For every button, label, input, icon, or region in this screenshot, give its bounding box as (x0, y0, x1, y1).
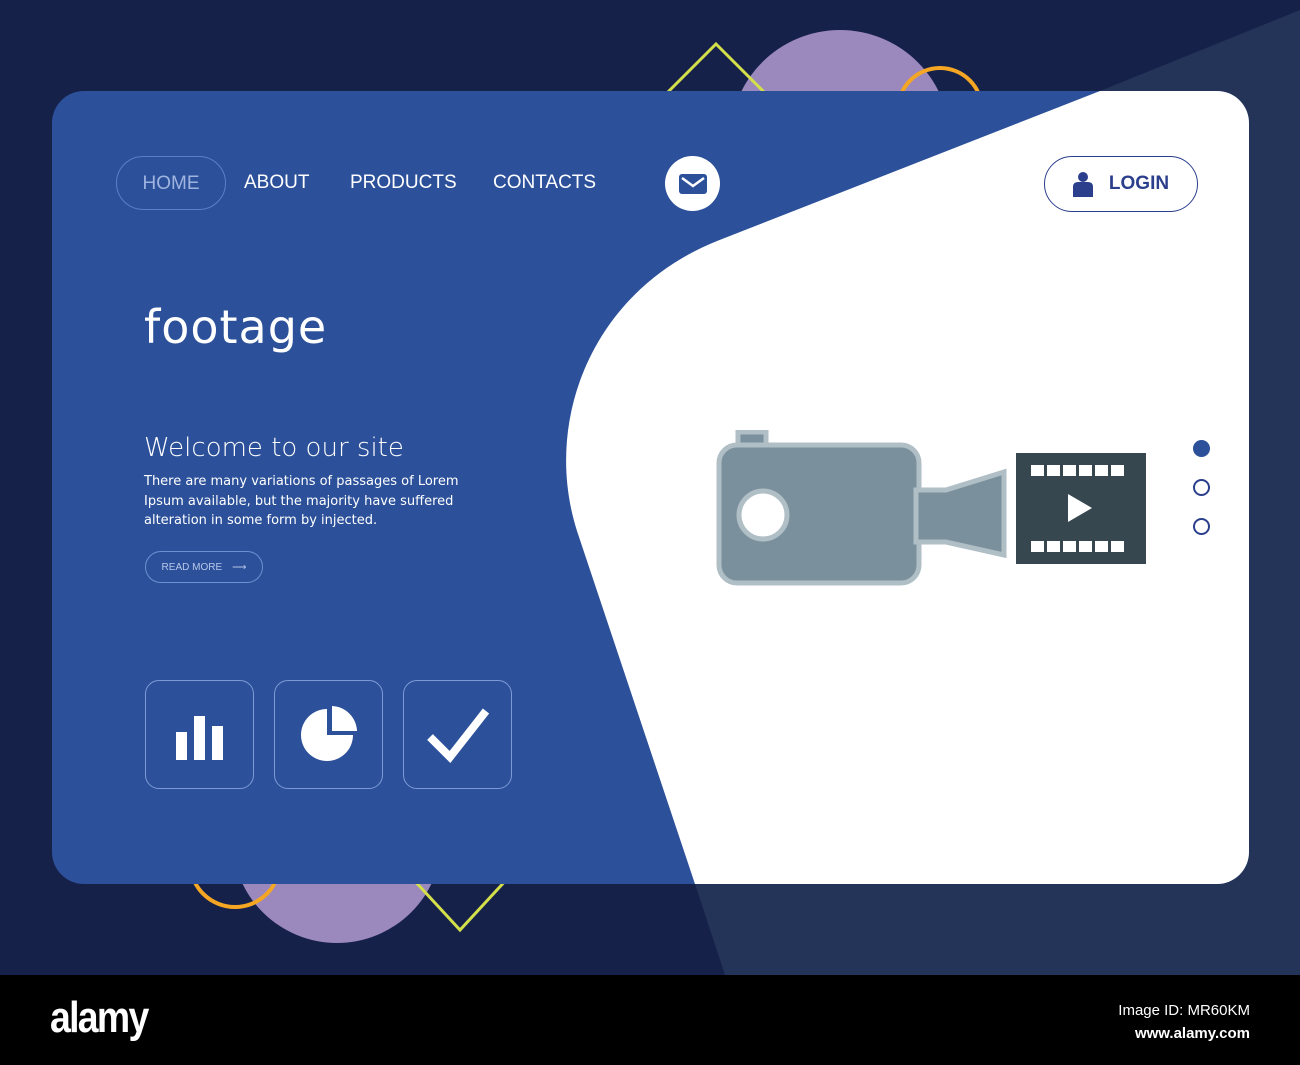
video-camera-icon (716, 430, 1146, 586)
hero-description: There are many variations of passages of… (144, 474, 459, 528)
nav-contacts[interactable]: CONTACTS (493, 156, 596, 210)
bar-chart-tile[interactable] (145, 680, 254, 789)
nav-home[interactable]: HOME (116, 156, 226, 210)
welcome-heading: Welcome to our site (144, 433, 404, 463)
nav-products[interactable]: PRODUCTS (350, 156, 457, 210)
check-tile[interactable] (403, 680, 512, 789)
bar-chart-icon (175, 715, 223, 760)
pie-chart-icon (300, 705, 357, 761)
nav-about[interactable]: ABOUT (244, 156, 309, 210)
login-label: LOGIN (1108, 173, 1170, 194)
user-icon (1072, 172, 1093, 197)
read-more-label: READ MORE (161, 561, 223, 573)
hero-title: footage (144, 300, 328, 354)
film-play-icon (1016, 453, 1146, 564)
alamy-logo: alamy (50, 993, 149, 1042)
slider-dot-3[interactable] (1193, 518, 1210, 535)
arrow-right-icon: ⟶ (232, 561, 247, 573)
slider-dot-1[interactable] (1193, 440, 1210, 457)
pie-chart-tile[interactable] (274, 680, 383, 789)
mail-icon (678, 173, 707, 194)
slider-dot-2[interactable] (1193, 479, 1210, 496)
mail-button[interactable] (665, 156, 720, 211)
check-icon (426, 708, 489, 763)
site-url: www.alamy.com (1134, 1025, 1250, 1042)
login-button[interactable]: LOGIN (1044, 156, 1198, 212)
image-id: Image ID: MR60KM (1118, 1002, 1250, 1019)
read-more-button[interactable]: READ MORE ⟶ (145, 551, 263, 583)
footer-bar: alamy Image ID: MR60KM www.alamy.com (0, 975, 1300, 1065)
